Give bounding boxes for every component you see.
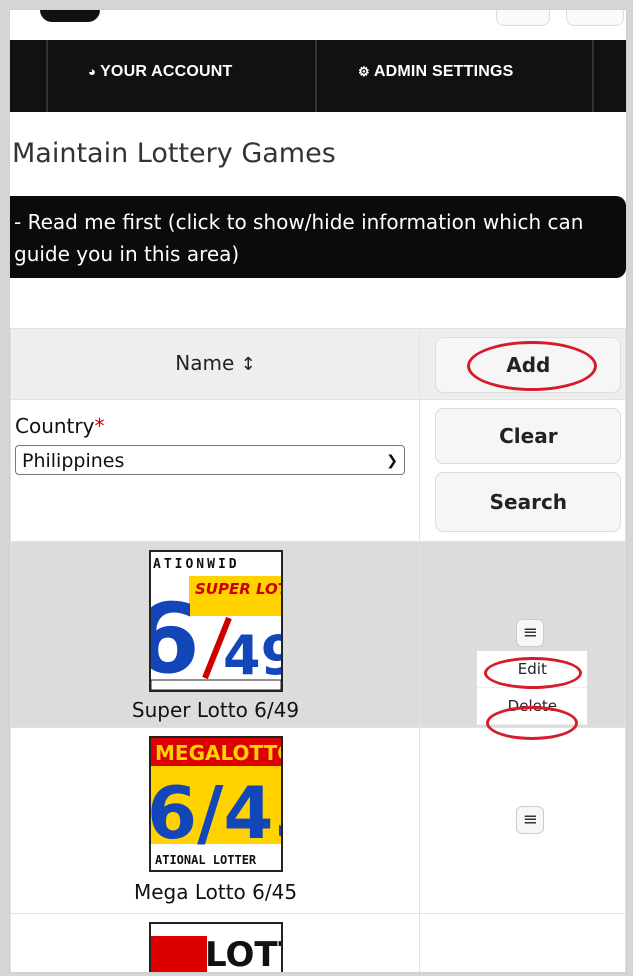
svg-text:49: 49 [223,624,281,687]
main-nav: ◕ YOUR ACCOUNT ⚙ ADMIN SETTINGS [10,40,626,112]
logo-number: 6/45 [151,771,281,855]
mega-lotto-logo-art: MEGALOTTO 6/45 ATIONAL LOTTER [151,738,281,870]
clear-button[interactable]: Clear [435,408,622,464]
top-strip [10,10,626,40]
row-menu-icon[interactable]: ≡ [516,619,545,647]
account-icon: ◕ [88,64,97,79]
nav-admin-settings[interactable]: ⚙ ADMIN SETTINGS [358,63,514,81]
header-button-2[interactable] [566,10,624,26]
nav-divider [46,40,48,112]
delete-menu-item[interactable]: Delete [477,688,588,725]
games-table: Name ↕ Add Country* Philippines ❯ Clear … [10,328,626,973]
add-button[interactable]: Add [435,337,622,393]
logo-text: ATIONAL LOTTER [155,853,257,867]
svg-text:6: 6 [151,583,200,690]
nav-divider [315,40,317,112]
game-name: Super Lotto 6/49 [131,698,300,722]
site-logo[interactable] [40,10,100,22]
page-title: Maintain Lottery Games [12,138,336,169]
search-button[interactable]: Search [435,472,622,532]
readme-toggle[interactable]: - Read me first (click to show/hide info… [10,196,626,278]
table-row: MEGALOTTO 6/45 ATIONAL LOTTER Mega Lotto… [10,727,626,914]
name-column-header[interactable]: Name ↕ [11,351,420,375]
logo-text: LOTT [205,935,281,973]
table-header-row: Name ↕ Add [10,328,626,400]
sort-icon: ↕ [240,354,256,375]
game-name: Mega Lotto 6/45 [133,880,298,904]
edit-menu-item[interactable]: Edit [477,651,588,688]
logo-text: SUPER LOTTO [195,580,281,598]
super-lotto-logo-art: ATIONWID SUPER LOTTO 6 49 [151,552,281,690]
row-action-dropdown: Edit Delete [476,650,589,726]
logo-text: ATIONWID [153,557,240,572]
nav-divider [592,40,594,112]
country-select[interactable]: Philippines ❯ [15,445,405,475]
country-label: Country* [15,414,105,438]
chevron-down-icon: ❯ [386,453,398,469]
lotto-logo: LOTT [149,922,283,973]
table-row: ATIONWID SUPER LOTTO 6 49 Super Lotto 6/… [10,541,626,740]
gear-icon: ⚙ [358,64,370,79]
super-lotto-logo: ATIONWID SUPER LOTTO 6 49 [149,550,283,692]
page-frame: ◕ YOUR ACCOUNT ⚙ ADMIN SETTINGS Maintain L… [9,9,627,973]
nav-your-account[interactable]: ◕ YOUR ACCOUNT [88,63,233,81]
mega-lotto-logo: MEGALOTTO 6/45 ATIONAL LOTTER [149,736,283,872]
table-row: LOTT [10,913,626,973]
header-button-1[interactable] [496,10,550,26]
lotto-logo-art: LOTT [151,924,281,973]
required-marker: * [94,414,105,438]
logo-text: MEGALOTTO [155,741,281,765]
filter-row: Country* Philippines ❯ Clear Search [10,399,626,542]
row-menu-icon[interactable]: ≡ [516,806,545,834]
